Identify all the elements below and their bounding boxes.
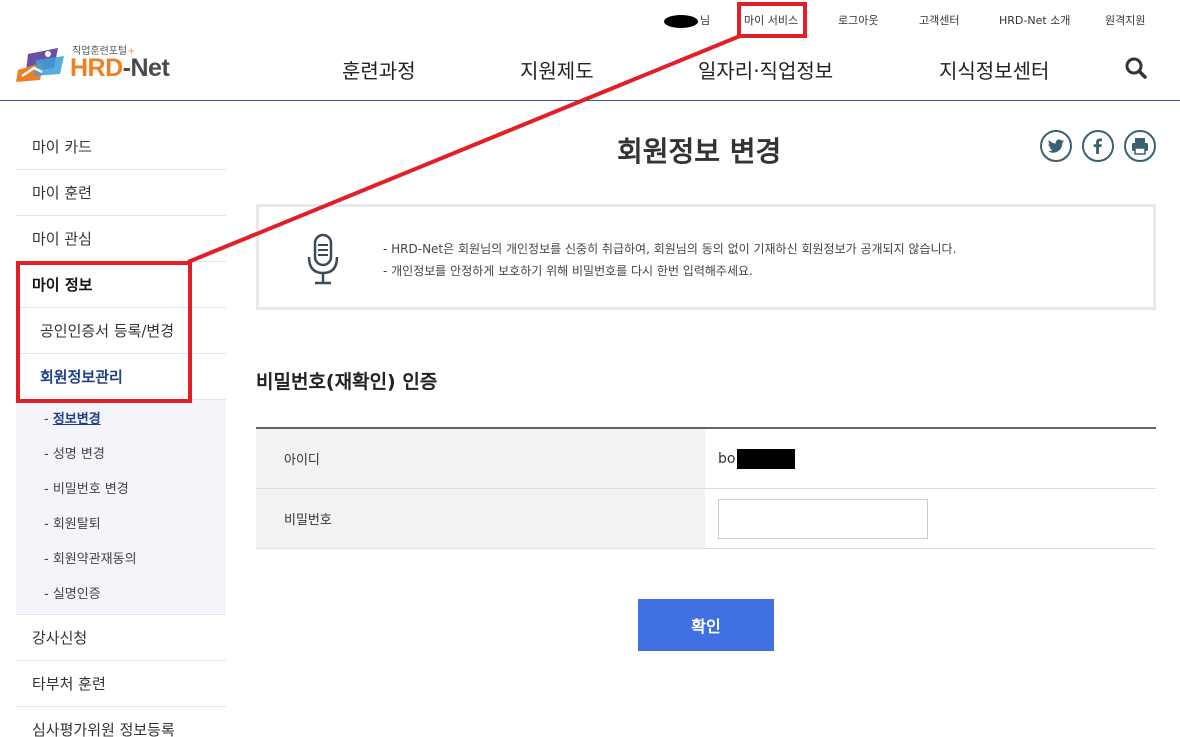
id-value-prefix: bo [718, 450, 736, 467]
sidebar-deep-withdraw[interactable]: - 회원탈퇴 [16, 507, 226, 542]
sidebar-item-my-info[interactable]: 마이 정보 [16, 262, 226, 308]
gnb-training-courses[interactable]: 훈련과정 [342, 55, 416, 84]
page-title: 회원정보 변경 [617, 135, 782, 168]
password-label: 비밀번호 [256, 489, 705, 548]
logo-mark-icon [16, 48, 64, 82]
sidebar-deep-name-change[interactable]: - 성명 변경 [16, 437, 226, 472]
user-suffix: 님 [700, 14, 711, 27]
sidebar-item-my-interest[interactable]: 마이 관심 [16, 216, 226, 262]
sidebar-sub-member-info[interactable]: 회원정보관리 [16, 354, 226, 400]
sidebar-deep-info-change[interactable]: - 정보변경 [16, 402, 226, 437]
confirm-button[interactable]: 확인 [638, 599, 774, 651]
print-icon [1132, 138, 1148, 155]
gnb-knowledge-center[interactable]: 지식정보센터 [939, 55, 1049, 84]
sidebar-deep-real-name[interactable]: - 실명인증 [16, 577, 226, 612]
hrd-net-logo[interactable]: 직업훈련포털+ HRD-Net [14, 42, 184, 90]
sidebar-item-my-training[interactable]: 마이 훈련 [16, 170, 226, 216]
user-greeting: 님 [664, 12, 710, 28]
sidebar-item-evaluator-register[interactable]: 심사평가위원 정보등록 [16, 707, 226, 737]
print-button[interactable] [1124, 130, 1156, 162]
redacted-username [664, 14, 698, 28]
notice-line-2: - 개인정보를 안정하게 보호하기 위해 비밀번호를 다시 한번 입력해주세요. [383, 264, 753, 278]
about-hrd-net-link[interactable]: HRD-Net 소개 [999, 12, 1070, 28]
id-value: bo [705, 429, 1156, 488]
header-divider [0, 100, 1180, 101]
password-auth-table: 아이디 bo 비밀번호 [256, 427, 1156, 549]
microphone-icon [307, 233, 339, 285]
privacy-notice-box: - HRD-Net은 회원님의 개인정보를 신중히 취급하여, 회원님의 동의 … [256, 204, 1156, 310]
twitter-icon [1048, 139, 1064, 153]
sidebar-item-other-ministry[interactable]: 타부처 훈련 [16, 661, 226, 707]
utility-bar: 님 마이 서비스 로그아웃 고객센터 HRD-Net 소개 원격지원 [0, 0, 1180, 40]
share-twitter-button[interactable] [1040, 130, 1072, 162]
my-service-link[interactable]: 마이 서비스 [744, 12, 798, 28]
password-input[interactable] [718, 498, 928, 539]
search-icon [1125, 57, 1147, 79]
logo-brand: HRD-Net [70, 54, 170, 82]
section-title: 비밀번호(재확인) 인증 [256, 371, 438, 393]
customer-center-link[interactable]: 고객센터 [919, 12, 959, 28]
share-facebook-button[interactable] [1082, 130, 1114, 162]
gnb-jobs-info[interactable]: 일자리·직업정보 [698, 55, 833, 84]
redacted-id [737, 448, 796, 469]
sidebar-deep-password-change[interactable]: - 비밀번호 변경 [16, 472, 226, 507]
gnb-support-system[interactable]: 지원제도 [520, 55, 594, 84]
sidebar-deep-menu: - 정보변경 - 성명 변경 - 비밀번호 변경 - 회원탈퇴 - 회원약관재동… [16, 400, 226, 615]
id-label: 아이디 [256, 429, 705, 488]
table-row-id: 아이디 bo [256, 429, 1156, 489]
sidebar-item-instructor-apply[interactable]: 강사신청 [16, 615, 226, 661]
logout-link[interactable]: 로그아웃 [838, 12, 878, 28]
sidebar-nav: 마이 카드 마이 훈련 마이 관심 마이 정보 공인인증서 등록/변경 회원정보… [16, 124, 226, 737]
sidebar-sub-certificate[interactable]: 공인인증서 등록/변경 [16, 308, 226, 354]
notice-line-1: - HRD-Net은 회원님의 개인정보를 신중히 취급하여, 회원님의 동의 … [383, 242, 957, 256]
facebook-icon [1093, 138, 1102, 154]
table-row-password: 비밀번호 [256, 489, 1156, 549]
search-button[interactable] [1124, 56, 1148, 80]
remote-support-link[interactable]: 원격지원 [1105, 12, 1145, 28]
sidebar-item-my-card[interactable]: 마이 카드 [16, 124, 226, 170]
sidebar-deep-terms-reagree[interactable]: - 회원약관재동의 [16, 542, 226, 577]
